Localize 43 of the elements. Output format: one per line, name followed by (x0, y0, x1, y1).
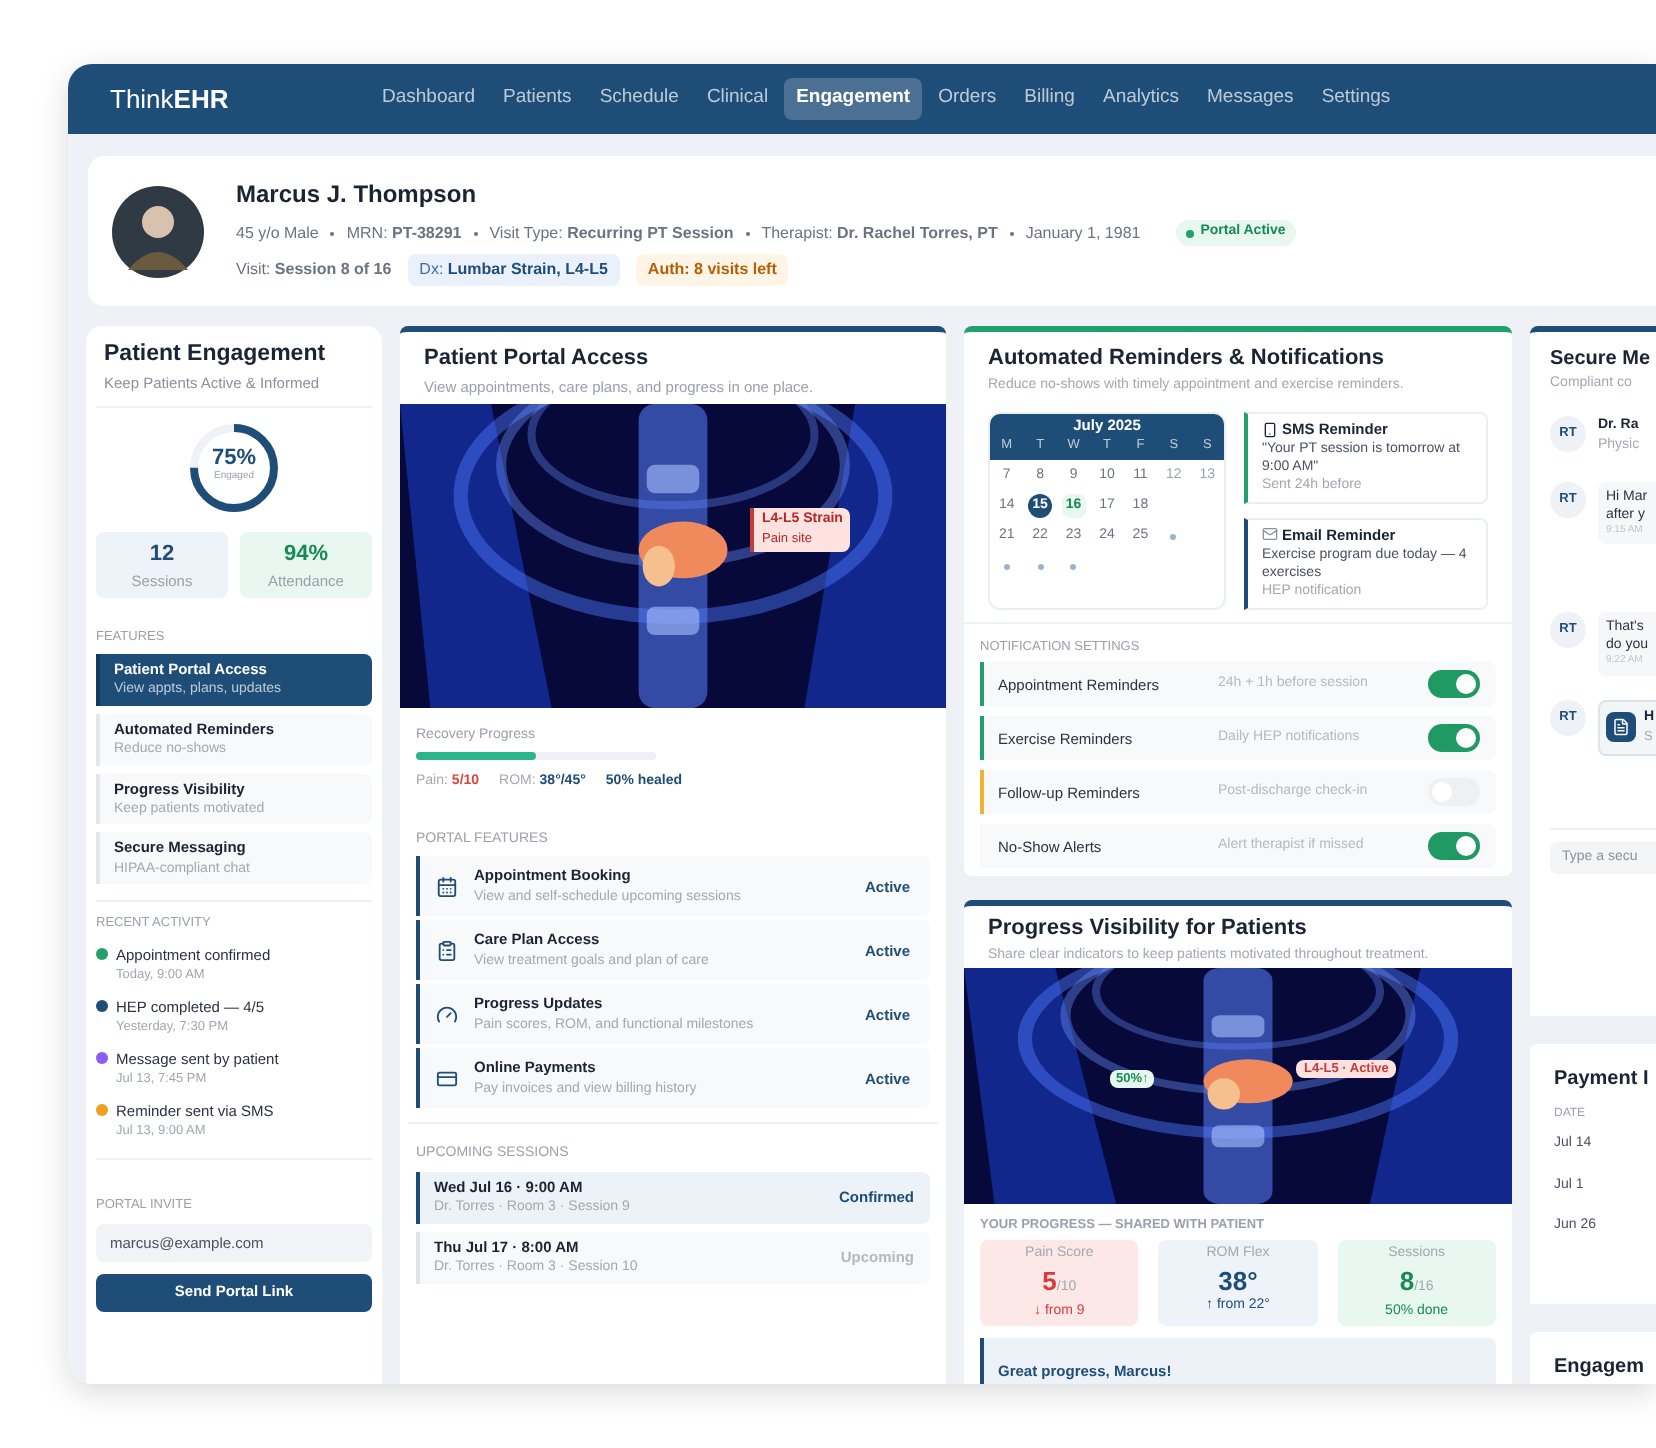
toggle-switch[interactable] (1428, 832, 1480, 861)
panel-title: Progress Visibility for Patients (986, 914, 1309, 944)
patient-name: Marcus J. Thompson (236, 178, 479, 213)
patient-detail: Visit Type: Recurring PT Session (489, 221, 734, 245)
patient-detail: Therapist: Dr. Rachel Torres, PT (761, 221, 998, 245)
avatar-icon (112, 185, 204, 277)
nav-tab[interactable]: Engagement (784, 78, 923, 120)
diagnosis-badge: Dx: Lumbar Strain, L4-L5 (407, 253, 620, 286)
nav-tab[interactable]: Analytics (1090, 78, 1191, 120)
toggle-switch[interactable] (1428, 724, 1480, 753)
visit-info: Visit: Session 8 of 16 (236, 257, 392, 282)
panel-title: Patient Engagement (102, 340, 328, 370)
mail-icon (1262, 526, 1278, 543)
nav-tab[interactable]: Settings (1309, 78, 1403, 120)
engagement-ring (186, 419, 282, 515)
panel-title: Secure Me (1550, 346, 1653, 374)
authorization-badge: Auth: 8 visits left (635, 253, 789, 286)
panel-title: Payment I (1554, 1066, 1651, 1094)
nav-tab[interactable]: Messages (1195, 78, 1306, 120)
card-icon (436, 1067, 458, 1090)
clipboard-icon (436, 939, 458, 962)
phone-icon (1262, 421, 1278, 438)
nav-tab[interactable]: Dashboard (370, 78, 487, 120)
file-icon (1606, 712, 1636, 743)
nav-tab[interactable]: Schedule (587, 78, 691, 120)
panel-title: Patient Portal Access (422, 344, 651, 374)
ring-value: 75% (211, 448, 257, 471)
calendar-icon (436, 875, 458, 898)
gauge-icon (436, 1003, 458, 1026)
toggle-switch[interactable] (1428, 670, 1480, 699)
patient-detail: MRN: PT-38291 (346, 221, 462, 245)
nav-tab[interactable]: Orders (926, 78, 1009, 120)
nav-tab[interactable]: Billing (1012, 78, 1087, 120)
app-logo[interactable]: ThinkEHR (110, 79, 370, 119)
panel-title: Engagem (1554, 1354, 1647, 1382)
nav-tab[interactable]: Patients (490, 78, 584, 120)
patient-detail: January 1, 1981 (1025, 221, 1141, 245)
patient-detail: 45 y/o Male (236, 221, 319, 245)
stat-value: 94% (283, 539, 329, 569)
nav-tab[interactable]: Clinical (694, 78, 781, 120)
stat-value: 12 (149, 539, 175, 569)
stat-value: 38° (1218, 1265, 1258, 1296)
panel-title: Automated Reminders & Notifications (986, 344, 1387, 374)
